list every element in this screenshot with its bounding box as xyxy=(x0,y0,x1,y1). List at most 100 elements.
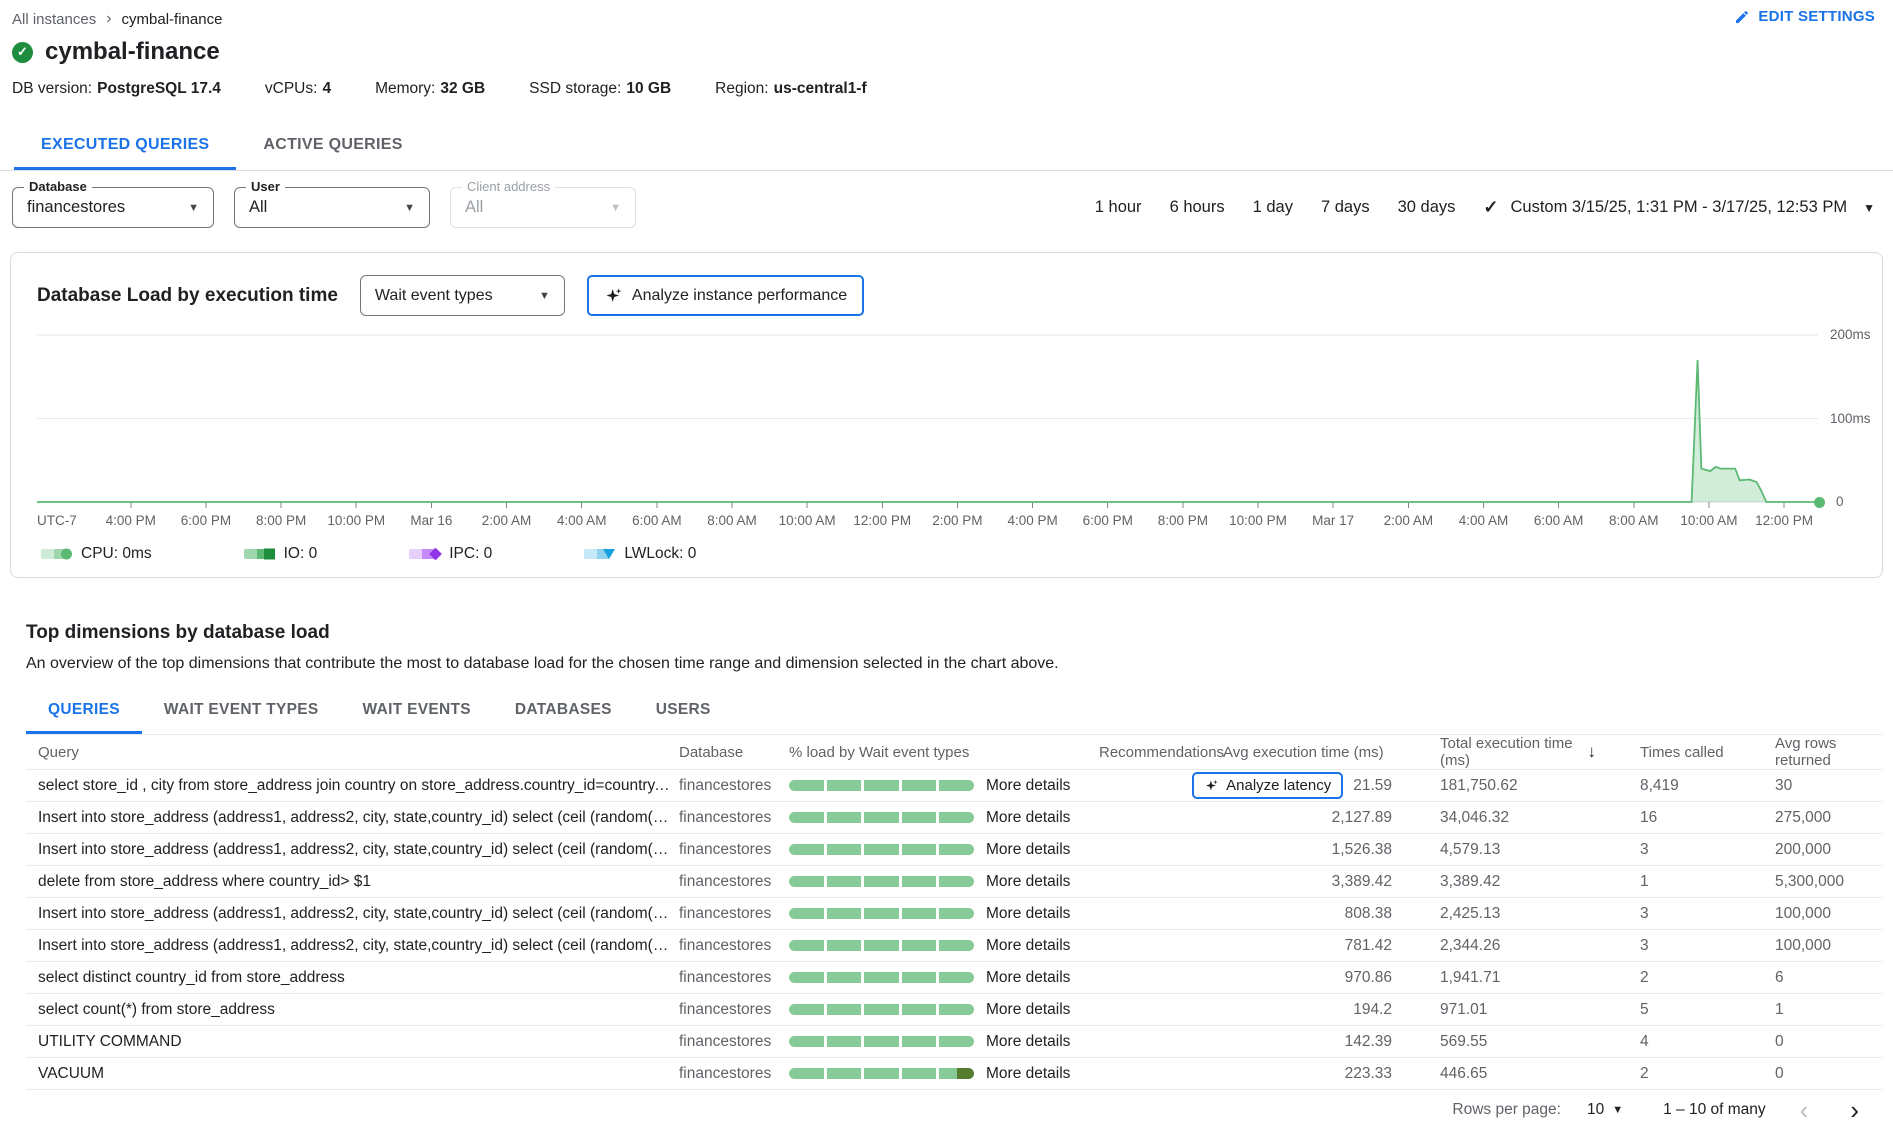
chart-x-axis: UTC-74:00 PM6:00 PM8:00 PM10:00 PMMar 16… xyxy=(37,513,1818,531)
table-row[interactable]: Insert into store_address (address1, add… xyxy=(26,930,1883,962)
next-page-icon[interactable]: › xyxy=(1842,1100,1867,1120)
column-header-query[interactable]: Query xyxy=(26,744,671,761)
meta-label: Region: xyxy=(715,80,768,97)
column-header-db[interactable]: Database xyxy=(671,744,781,761)
more-details-link[interactable]: More details xyxy=(986,937,1070,955)
column-header-total[interactable]: Total execution time (ms)↓ xyxy=(1396,735,1596,769)
more-details-link[interactable]: More details xyxy=(986,873,1070,891)
load-bar xyxy=(789,876,974,887)
time-option-1-hour[interactable]: 1 hour xyxy=(1095,198,1142,217)
legend-label: IO: 0 xyxy=(284,545,318,563)
breadcrumb-all-instances[interactable]: All instances xyxy=(12,11,96,28)
load-bar-segment xyxy=(827,940,862,951)
filter-bar: Databasefinancestores▼UserAll▼Client add… xyxy=(0,187,1893,228)
x-axis-label: 2:00 PM xyxy=(932,513,982,528)
load-bar-segment xyxy=(827,844,862,855)
rows-per-page-select[interactable]: 10 ▼ xyxy=(1587,1101,1623,1119)
legend-item-io[interactable]: IO: 0 xyxy=(244,545,318,563)
x-axis-label: 6:00 PM xyxy=(181,513,231,528)
x-axis-label: 12:00 PM xyxy=(853,513,911,528)
more-details-link[interactable]: More details xyxy=(986,905,1070,923)
column-header-rec[interactable]: Recommendations xyxy=(1091,744,1211,761)
tab-queries[interactable]: QUERIES xyxy=(26,689,142,734)
tab-wait-events[interactable]: WAIT EVENTS xyxy=(341,689,493,734)
table-row[interactable]: select count(*) from store_addressfinanc… xyxy=(26,994,1883,1026)
more-details-link[interactable]: More details xyxy=(986,969,1070,987)
database-load-card: Database Load by execution time Wait eve… xyxy=(10,252,1883,578)
tab-users[interactable]: USERS xyxy=(634,689,733,734)
time-option-30-days[interactable]: 30 days xyxy=(1398,198,1456,217)
load-bar-segment xyxy=(789,972,824,983)
load-bar xyxy=(789,940,974,951)
analyze-instance-performance-button[interactable]: Analyze instance performance xyxy=(587,275,864,316)
avg-rows-returned-cell: 1 xyxy=(1731,1001,1883,1019)
filter-value: All xyxy=(465,198,598,217)
load-bar-segment xyxy=(827,972,862,983)
sort-desc-icon[interactable]: ↓ xyxy=(1588,742,1597,762)
total-execution-time-cell: 34,046.32 xyxy=(1396,809,1596,827)
load-bar-segment xyxy=(902,972,937,983)
time-option-7-days[interactable]: 7 days xyxy=(1321,198,1370,217)
filter-select-database[interactable]: Databasefinancestores▼ xyxy=(12,187,214,228)
edit-settings-button[interactable]: EDIT SETTINGS xyxy=(1734,8,1875,25)
time-option-1-day[interactable]: 1 day xyxy=(1253,198,1293,217)
filter-select-user[interactable]: UserAll▼ xyxy=(234,187,430,228)
time-range-custom[interactable]: ✓Custom 3/15/25, 1:31 PM - 3/17/25, 12:5… xyxy=(1483,197,1875,218)
table-row[interactable]: Insert into store_address (address1, add… xyxy=(26,802,1883,834)
load-bar-segment xyxy=(902,1036,937,1047)
y-axis-label: 200ms xyxy=(1830,327,1871,342)
query-cell: select count(*) from store_address xyxy=(26,1001,671,1019)
tab-wait-event-types[interactable]: WAIT EVENT TYPES xyxy=(142,689,341,734)
column-header-rows[interactable]: Avg rows returned xyxy=(1731,735,1883,769)
table-row[interactable]: UTILITY COMMANDfinancestoresMore details… xyxy=(26,1026,1883,1058)
analyze-latency-button[interactable]: Analyze latency xyxy=(1192,772,1343,799)
tab-databases[interactable]: DATABASES xyxy=(493,689,634,734)
load-bar-segment xyxy=(827,1068,862,1079)
load-cell: More details xyxy=(781,1001,1091,1019)
table-row[interactable]: select store_id , city from store_addres… xyxy=(26,770,1883,802)
table-row[interactable]: delete from store_address where country_… xyxy=(26,866,1883,898)
load-bar-segment xyxy=(864,940,899,951)
table-row[interactable]: select distinct country_id from store_ad… xyxy=(26,962,1883,994)
table-row[interactable]: Insert into store_address (address1, add… xyxy=(26,898,1883,930)
filter-value: financestores xyxy=(27,198,176,217)
prev-page-icon[interactable]: ‹ xyxy=(1792,1100,1817,1120)
dimension-select[interactable]: Wait event types ▼ xyxy=(360,275,565,316)
query-text: Insert into store_address (address1, add… xyxy=(38,809,671,827)
more-details-link[interactable]: More details xyxy=(986,1065,1070,1083)
load-chart[interactable]: 200ms100ms0 xyxy=(37,332,1818,510)
times-called-cell: 2 xyxy=(1596,1065,1731,1083)
legend-item-lwlock[interactable]: LWLock: 0 xyxy=(584,545,696,563)
check-icon: ✓ xyxy=(1483,197,1498,218)
more-details-link[interactable]: More details xyxy=(986,1001,1070,1019)
sparkle-icon xyxy=(604,286,623,305)
legend-square-marker-icon xyxy=(264,549,275,560)
more-details-link[interactable]: More details xyxy=(986,809,1070,827)
more-details-link[interactable]: More details xyxy=(986,841,1070,859)
load-cell: More details xyxy=(781,841,1091,859)
avg-rows-returned-cell: 100,000 xyxy=(1731,937,1883,955)
load-bar-segment xyxy=(864,876,899,887)
legend-item-cpu[interactable]: CPU: 0ms xyxy=(41,545,152,563)
legend-item-ipc[interactable]: IPC: 0 xyxy=(409,545,492,563)
column-header-avg[interactable]: Avg execution time (ms) xyxy=(1211,744,1396,761)
load-bar-segment xyxy=(939,908,974,919)
column-header-load[interactable]: % load by Wait event types xyxy=(781,744,1091,761)
avg-rows-returned-cell: 275,000 xyxy=(1731,809,1883,827)
more-details-link[interactable]: More details xyxy=(986,777,1070,795)
meta-value: 10 GB xyxy=(626,80,671,97)
column-header-times[interactable]: Times called xyxy=(1596,744,1731,761)
database-cell: financestores xyxy=(671,841,781,859)
times-called-cell: 8,419 xyxy=(1596,777,1731,795)
load-bar-segment xyxy=(939,844,974,855)
load-bar-segment xyxy=(827,876,862,887)
query-text: Insert into store_address (address1, add… xyxy=(38,905,671,923)
table-row[interactable]: Insert into store_address (address1, add… xyxy=(26,834,1883,866)
time-option-6-hours[interactable]: 6 hours xyxy=(1170,198,1225,217)
load-chart-canvas[interactable] xyxy=(37,332,1818,510)
tab-active-queries[interactable]: ACTIVE QUERIES xyxy=(236,124,429,170)
chart-title: Database Load by execution time xyxy=(37,285,338,307)
table-row[interactable]: VACUUMfinancestoresMore details223.33446… xyxy=(26,1058,1883,1090)
tab-executed-queries[interactable]: EXECUTED QUERIES xyxy=(14,124,236,170)
more-details-link[interactable]: More details xyxy=(986,1033,1070,1051)
